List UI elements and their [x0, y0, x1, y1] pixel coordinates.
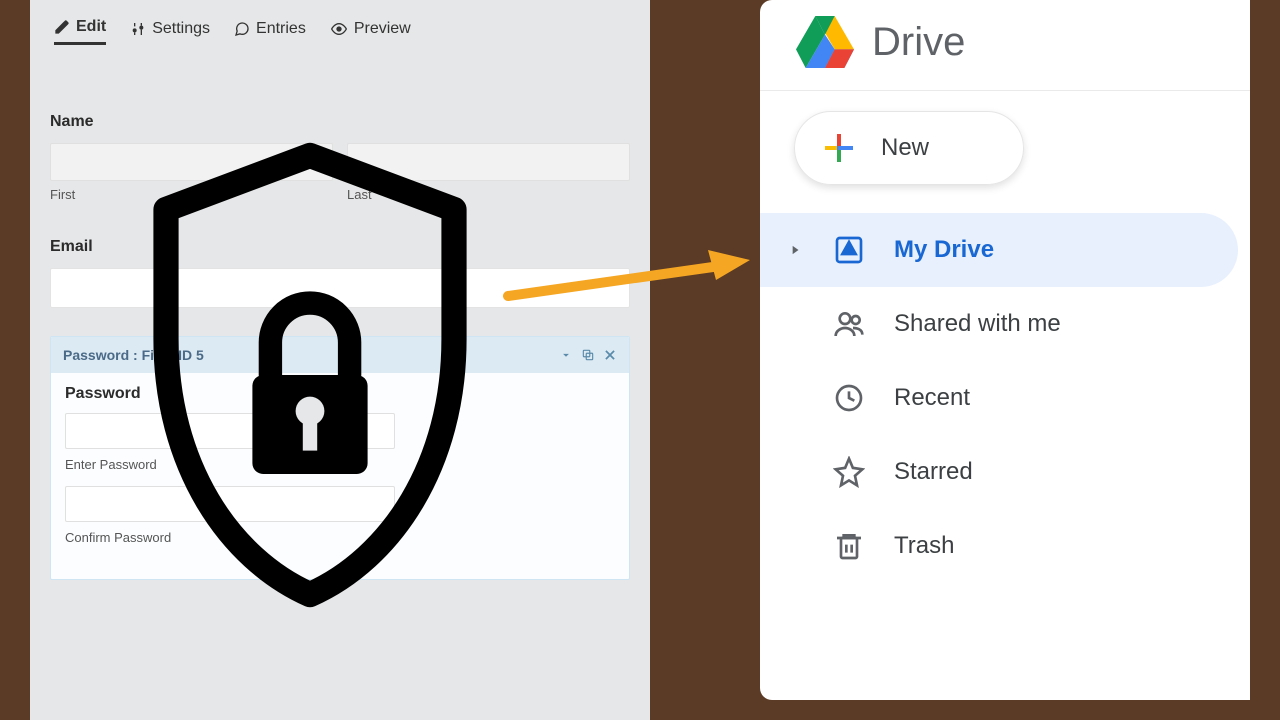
first-sublabel: First: [50, 187, 333, 202]
people-icon: [832, 308, 866, 340]
clock-icon: [832, 382, 866, 414]
new-button[interactable]: New: [794, 111, 1024, 185]
tab-label: Entries: [256, 20, 306, 38]
drive-nav: My Drive Shared with me Recent: [760, 213, 1250, 583]
drive-logo-icon: [796, 16, 854, 68]
drive-title: Drive: [872, 20, 965, 65]
confirm-password-input[interactable]: [65, 486, 395, 522]
pencil-icon: [54, 19, 70, 35]
trash-icon: [832, 530, 866, 562]
name-label: Name: [50, 113, 630, 131]
plus-icon: [821, 130, 857, 166]
password-label: Password: [65, 385, 615, 403]
nav-trash[interactable]: Trash: [760, 509, 1238, 583]
last-name-input[interactable]: [347, 143, 630, 181]
email-label: Email: [50, 238, 630, 256]
tab-preview[interactable]: Preview: [330, 20, 411, 44]
duplicate-icon[interactable]: [581, 348, 595, 362]
speech-bubble-icon: [234, 21, 250, 37]
form-body: Name First Last Email Password : Field I…: [44, 57, 636, 590]
nav-starred[interactable]: Starred: [760, 435, 1238, 509]
drive-header: Drive: [760, 0, 1250, 90]
divider: [760, 90, 1250, 91]
nav-label: Recent: [894, 384, 1212, 412]
form-editor-panel: Edit Settings Entries Preview Name Fi: [30, 0, 650, 720]
enter-password-sublabel: Enter Password: [65, 457, 615, 472]
nav-label: Trash: [894, 532, 1212, 560]
nav-label: Shared with me: [894, 310, 1212, 338]
first-name-input[interactable]: [50, 143, 333, 181]
confirm-password-sublabel: Confirm Password: [65, 530, 615, 545]
password-block-body: Password Enter Password Confirm Password: [51, 373, 629, 579]
eye-icon: [330, 21, 348, 37]
tab-settings[interactable]: Settings: [130, 20, 210, 44]
caret-right-icon[interactable]: [786, 243, 804, 257]
nav-recent[interactable]: Recent: [760, 361, 1238, 435]
drive-panel: Drive New My Drive: [760, 0, 1250, 700]
tab-label: Settings: [152, 20, 210, 38]
block-actions: [559, 348, 617, 362]
close-icon[interactable]: [603, 348, 617, 362]
nav-my-drive[interactable]: My Drive: [760, 213, 1238, 287]
collapse-icon[interactable]: [559, 348, 573, 362]
tab-label: Edit: [76, 18, 106, 36]
settings-icon: [130, 21, 146, 37]
enter-password-input[interactable]: [65, 413, 395, 449]
nav-label: My Drive: [894, 236, 1212, 264]
tab-bar: Edit Settings Entries Preview: [44, 0, 636, 57]
password-block-title: Password : Field ID 5: [63, 347, 204, 363]
last-sublabel: Last: [347, 187, 630, 202]
new-label: New: [881, 134, 929, 162]
email-input[interactable]: [50, 268, 630, 308]
password-block-header: Password : Field ID 5: [51, 337, 629, 373]
tab-label: Preview: [354, 20, 411, 38]
nav-label: Starred: [894, 458, 1212, 486]
drive-icon: [832, 234, 866, 266]
password-block[interactable]: Password : Field ID 5 Password: [50, 336, 630, 580]
star-icon: [832, 456, 866, 488]
nav-shared[interactable]: Shared with me: [760, 287, 1238, 361]
tab-entries[interactable]: Entries: [234, 20, 306, 44]
tab-edit[interactable]: Edit: [54, 18, 106, 45]
name-row: First Last: [50, 143, 630, 202]
